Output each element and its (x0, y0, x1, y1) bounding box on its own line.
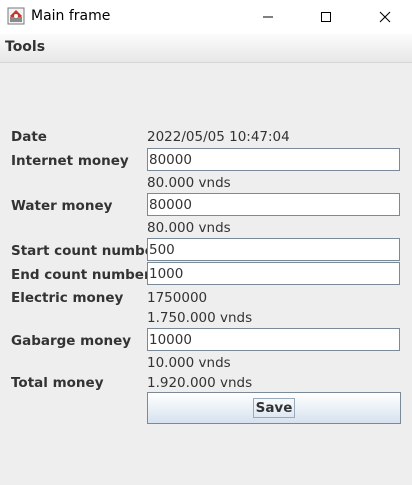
garbage-money-label: Gabarge money (11, 333, 132, 349)
start-count-label: Start count number (11, 243, 161, 259)
window-title: Main frame (31, 8, 111, 24)
water-money-label: Water money (11, 198, 113, 214)
close-icon (379, 11, 391, 23)
menu-tools[interactable]: Tools (5, 39, 45, 55)
maximize-button[interactable] (303, 0, 349, 34)
water-money-formatted: 80.000 vnds (147, 220, 231, 236)
internet-money-label: Internet money (11, 153, 129, 169)
main-window: Main frame Tools Date 2022/05/05 10:47:0… (0, 0, 412, 485)
total-money-label: Total money (11, 375, 104, 391)
garbage-money-field[interactable] (147, 328, 400, 351)
garbage-money-formatted: 10.000 vnds (147, 355, 231, 371)
end-count-label: End count number (11, 267, 151, 283)
date-label: Date (11, 129, 47, 145)
date-value: 2022/05/05 10:47:04 (147, 129, 290, 145)
close-button[interactable] (362, 0, 408, 34)
maximize-icon (321, 12, 331, 22)
internet-money-formatted: 80.000 vnds (147, 175, 231, 191)
electric-money-formatted: 1.750.000 vnds (147, 310, 253, 326)
app-icon (7, 7, 25, 25)
water-money-field[interactable] (147, 193, 400, 216)
title-bar[interactable]: Main frame (0, 0, 412, 34)
electric-money-label: Electric money (11, 290, 124, 306)
internet-money-field[interactable] (147, 148, 400, 171)
minimize-button[interactable] (245, 0, 291, 34)
minimize-icon (263, 16, 273, 18)
start-count-field[interactable] (147, 238, 400, 261)
total-money-value: 1.920.000 vnds (147, 375, 253, 391)
end-count-field[interactable] (147, 262, 400, 285)
electric-money-value: 1750000 (147, 290, 208, 306)
save-button[interactable]: Save (147, 392, 401, 424)
save-button-label: Save (252, 398, 296, 418)
menu-bar: Tools (0, 34, 412, 63)
